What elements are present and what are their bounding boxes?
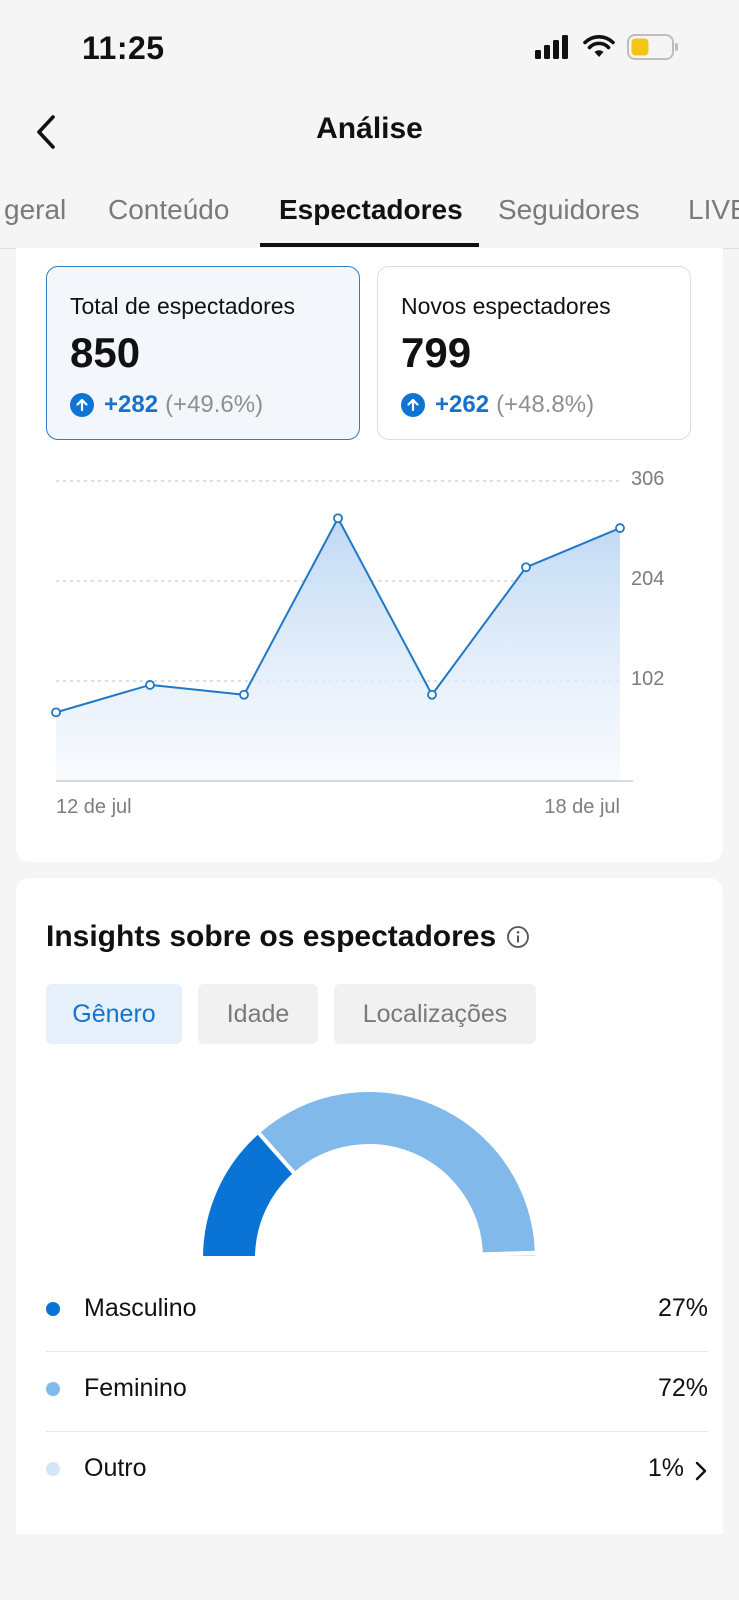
chart-y-tick-label: 204 (631, 568, 665, 590)
gender-slice-other (478, 1250, 539, 1260)
status-time: 11:25 (82, 30, 165, 66)
status-bar: 11:25 (0, 0, 739, 100)
tab-overview[interactable]: geral (4, 194, 66, 226)
legend-row-other[interactable]: Outro 1% (46, 1432, 708, 1512)
chart-data-point (427, 689, 437, 700)
legend-dot-female (46, 1382, 60, 1396)
chart-data-point (615, 523, 625, 533)
tab-live[interactable]: LIVE (688, 194, 739, 226)
tab-viewers[interactable]: Espectadores (279, 194, 463, 226)
chart-y-tick-label: 306 (631, 468, 665, 490)
legend-dot-other (46, 1462, 60, 1476)
chart-data-point (333, 513, 343, 524)
chart-y-tick-label: 102 (631, 668, 665, 690)
tab-active-indicator (260, 243, 479, 247)
chevron-right-icon[interactable] (694, 1461, 708, 1481)
gender-donut-chart (199, 1088, 539, 1260)
legend-dot-male (46, 1302, 60, 1316)
legend-percent: 72% (657, 1374, 708, 1402)
tab-bar: geral Conteúdo Espectadores Seguidores L… (0, 180, 739, 249)
status-icons (535, 34, 679, 60)
chip-age[interactable]: Idade (198, 984, 318, 1044)
chart-data-point (145, 680, 155, 690)
chart-data-point (239, 689, 249, 700)
info-icon[interactable] (506, 925, 530, 949)
chart-data-point (521, 562, 531, 573)
tab-content[interactable]: Conteúdo (108, 194, 229, 226)
legend-row-male: Masculino 27% (46, 1272, 708, 1352)
wifi-icon (583, 35, 615, 57)
chart-x-tick-label: 12 de jul (56, 796, 132, 818)
insights-header: Insights sobre os espectadores (46, 920, 530, 954)
viewers-chart (51, 480, 633, 782)
viewers-card: Total de espectadores 850 +282 (+49.6%) … (16, 248, 723, 862)
nav-header: Análise (0, 100, 739, 164)
chip-locations[interactable]: Localizações (334, 984, 536, 1044)
chart-x-tick-label: 18 de jul (544, 796, 620, 818)
insights-card: Insights sobre os espectadores Gênero Id… (16, 878, 723, 1534)
signal-icon (535, 35, 568, 59)
chart-data-point (51, 707, 61, 718)
page-title: Análise (316, 112, 423, 145)
legend-label: Outro (84, 1454, 147, 1482)
insights-title: Insights sobre os espectadores (46, 920, 497, 953)
legend-percent: 1% (647, 1454, 684, 1482)
legend-label: Masculino (84, 1294, 197, 1322)
gender-slice-female (255, 1088, 539, 1257)
legend-row-female: Feminino 72% (46, 1352, 708, 1432)
chip-gender[interactable]: Gênero (46, 984, 182, 1044)
legend-label: Feminino (84, 1374, 187, 1402)
legend-percent: 27% (657, 1294, 708, 1322)
chart-area-fill (56, 518, 620, 781)
battery-icon (627, 34, 678, 60)
tab-followers[interactable]: Seguidores (498, 194, 640, 226)
